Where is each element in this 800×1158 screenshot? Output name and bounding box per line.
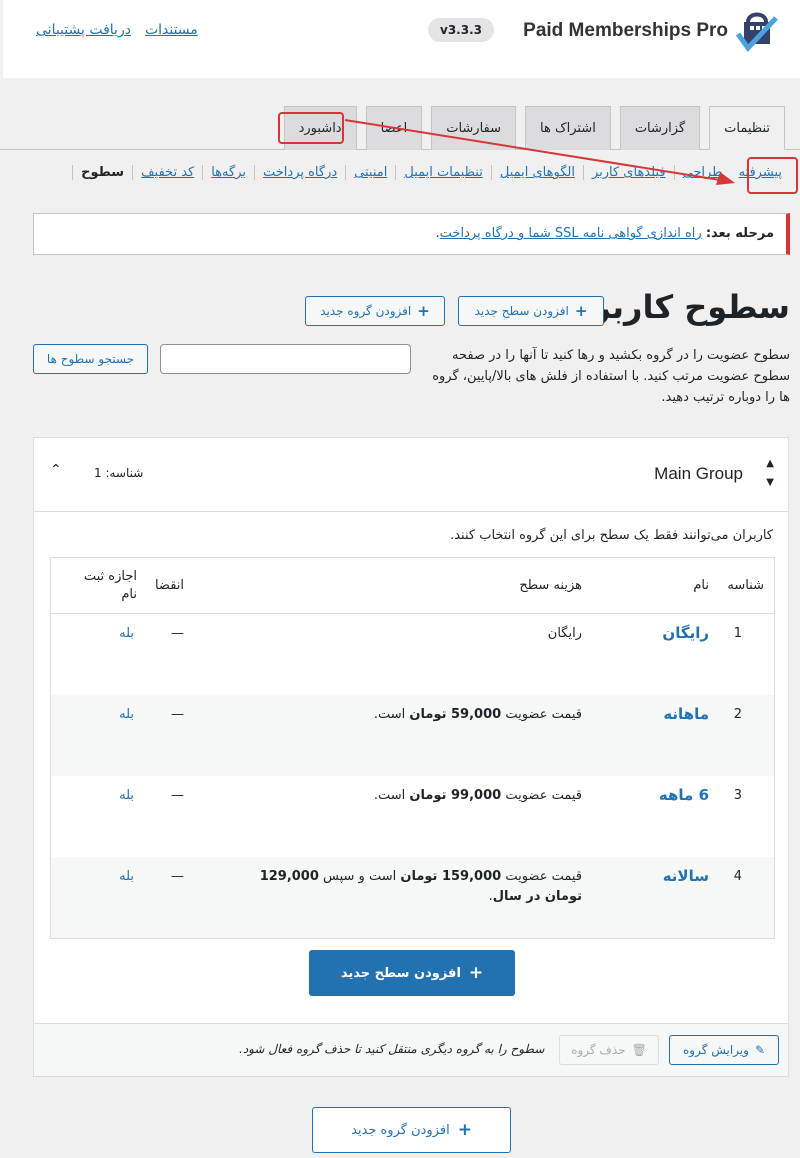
move-up-icon[interactable]: ▲ — [766, 454, 774, 473]
plus-icon: + — [574, 302, 588, 320]
table-row[interactable]: 2 ماهانه قیمت عضویت 59,000 تومان است. — … — [51, 695, 774, 776]
level-id: 1 — [733, 626, 742, 641]
notice-label: مرحله بعد: — [705, 226, 774, 241]
level-name[interactable]: سالانه — [663, 867, 709, 885]
add-group-button[interactable]: + افزودن گروه جدید — [305, 296, 445, 326]
col-expire: انقضا — [154, 578, 184, 593]
col-id: شناسه — [727, 578, 764, 593]
col-cost: هزینه سطح — [519, 578, 582, 593]
level-expire: — — [171, 626, 184, 641]
level-expire: — — [171, 869, 184, 884]
col-name: نام — [693, 578, 709, 593]
level-name[interactable]: 6 ماهه — [659, 786, 709, 804]
search-button-label: جستجو سطوح ها — [46, 352, 135, 366]
next-step-notice: مرحله بعد: راه اندازی گواهی نامه SSL شما… — [33, 213, 790, 255]
trash-icon: 🗑 — [631, 1043, 647, 1057]
level-signup: بله — [119, 788, 134, 803]
table-row[interactable]: 4 سالانه قیمت عضویت 159,000 تومان است و … — [51, 857, 774, 938]
col-signup: اجازه ثبت نام — [83, 569, 137, 602]
notice-link[interactable]: راه اندازی گواهی نامه SSL شما و درگاه پر… — [440, 226, 702, 241]
add-group-label: افزودن گروه جدید — [320, 304, 412, 318]
table-row[interactable]: 1 رایگان رایگان — بله — [51, 614, 774, 695]
delete-group-label: حذف گروه — [571, 1043, 626, 1057]
page-description: سطوح عضویت را در گروه بکشید و رها کنید ت… — [432, 348, 790, 405]
add-group-bottom-button[interactable]: + افزودن گروه جدید — [312, 1107, 511, 1153]
level-cost: قیمت عضویت 99,000 تومان است. — [373, 788, 582, 803]
add-group-bottom-label: افزودن گروه جدید — [351, 1122, 450, 1138]
plus-icon: + — [417, 302, 430, 320]
table-header: شناسه نام هزینه سطح انقضا اجازه ثبت نام — [51, 558, 774, 614]
level-id: 4 — [733, 869, 742, 884]
delete-group-button[interactable]: 🗑 حذف گروه — [559, 1035, 659, 1065]
level-name[interactable]: ماهانه — [663, 705, 709, 723]
search-levels-input[interactable] — [160, 344, 411, 374]
collapse-chevron-icon[interactable]: ⌃ — [50, 462, 62, 478]
add-level-label: افزودن سطح جدید — [474, 304, 569, 318]
level-cost: قیمت عضویت 159,000 تومان است و سپس 129,0… — [259, 869, 582, 904]
plus-icon: + — [457, 1120, 472, 1140]
group-note: کاربران می‌توانند فقط یک سطح برای این گر… — [450, 528, 773, 543]
move-down-icon[interactable]: ▼ — [766, 473, 774, 492]
group-card: ▲ ▼ Main Group شناسه: 1 ⌃ کاربران می‌توا… — [33, 437, 789, 1077]
level-cost: قیمت عضویت 59,000 تومان است. — [373, 707, 582, 722]
group-id: شناسه: 1 — [94, 466, 144, 480]
level-signup: بله — [119, 869, 134, 884]
level-id: 3 — [733, 788, 742, 803]
edit-group-button[interactable]: ✎ ویرایش گروه — [669, 1035, 779, 1065]
edit-group-label: ویرایش گروه — [682, 1043, 749, 1057]
add-level-to-group-button[interactable]: + افزودن سطح جدید — [309, 950, 515, 996]
level-expire: — — [171, 788, 184, 803]
add-level-button[interactable]: + افزودن سطح جدید — [458, 296, 604, 326]
level-signup: بله — [119, 626, 134, 641]
level-cost: رایگان — [547, 626, 582, 641]
group-footer: ✎ ویرایش گروه 🗑 حذف گروه سطوح را به گروه… — [34, 1023, 788, 1076]
group-name: Main Group — [654, 464, 743, 483]
annotation-arrow — [344, 119, 735, 185]
search-levels-button[interactable]: جستجو سطوح ها — [33, 344, 148, 374]
levels-table: شناسه نام هزینه سطح انقضا اجازه ثبت نام … — [50, 557, 775, 939]
group-footer-note: سطوح را به گروه دیگری منتقل کنید تا حذف … — [239, 1042, 545, 1056]
level-expire: — — [171, 707, 184, 722]
group-sort-arrows: ▲ ▼ — [766, 454, 774, 492]
pencil-icon: ✎ — [754, 1043, 766, 1057]
plus-icon: + — [468, 963, 484, 983]
level-signup: بله — [119, 707, 134, 722]
level-id: 2 — [733, 707, 742, 722]
add-level-to-group-label: افزودن سطح جدید — [340, 965, 461, 981]
level-name[interactable]: رایگان — [662, 624, 709, 642]
group-header: ▲ ▼ Main Group شناسه: 1 ⌃ — [34, 438, 788, 512]
table-row[interactable]: 3 6 ماهه قیمت عضویت 99,000 تومان است. — … — [51, 776, 774, 857]
